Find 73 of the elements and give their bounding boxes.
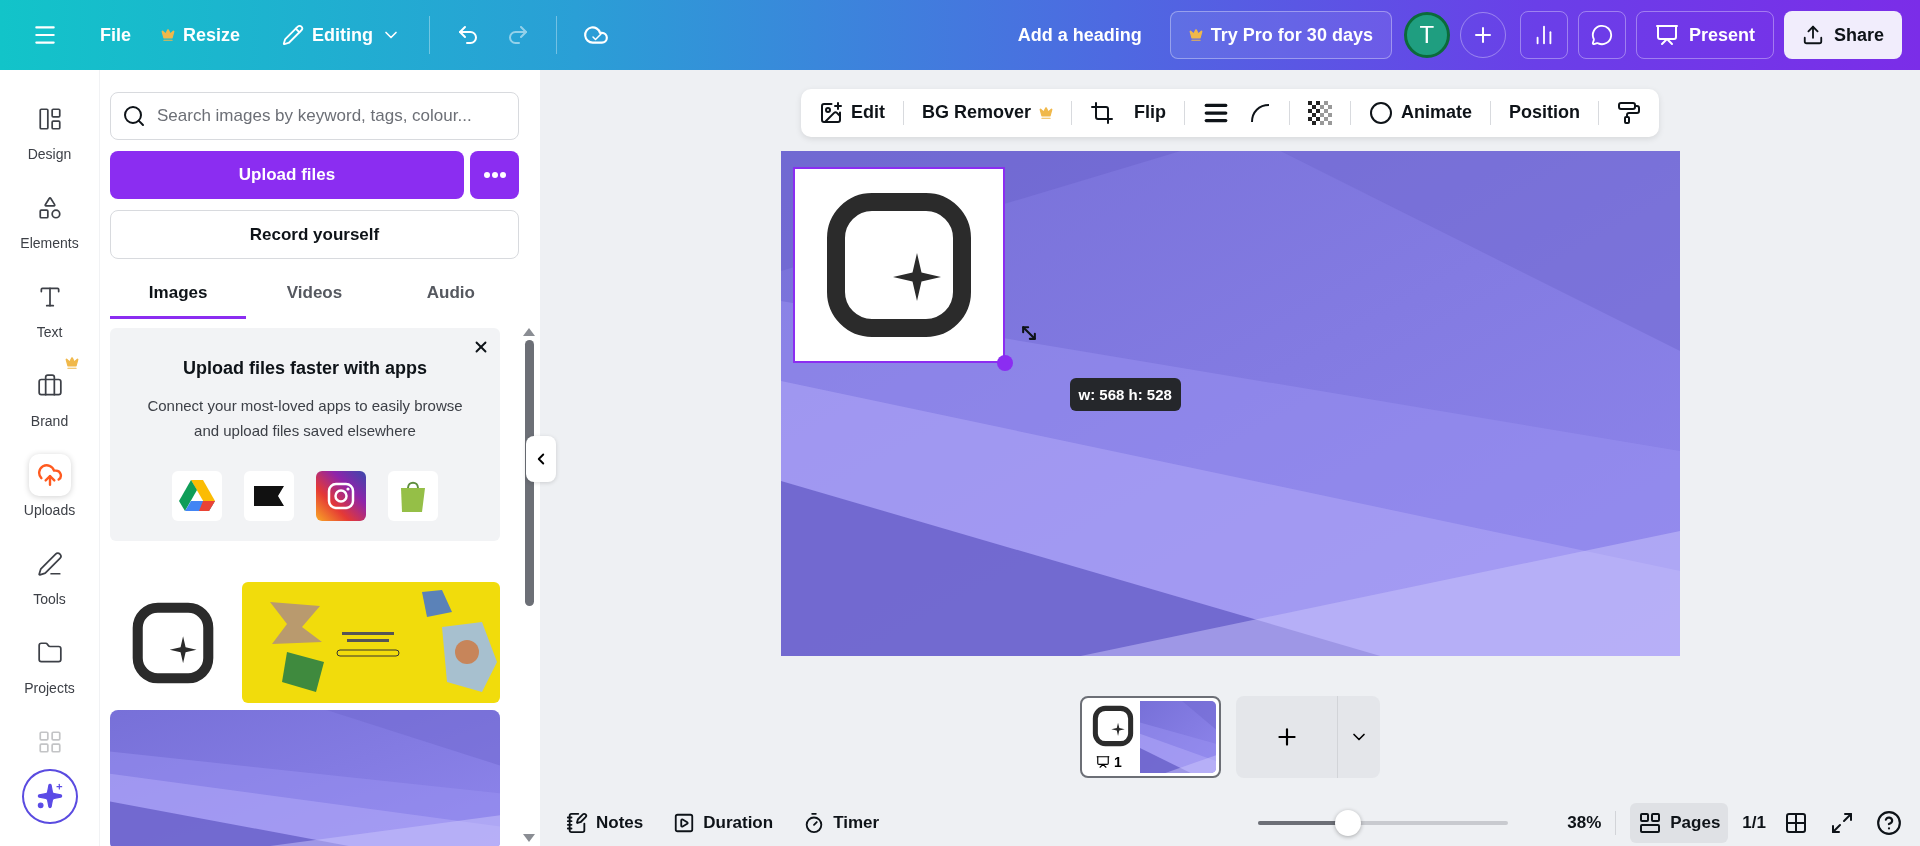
shapes-icon [36, 195, 63, 222]
paint-roller-icon [1617, 100, 1642, 125]
drive-app-icon[interactable] [172, 471, 222, 521]
media-tab[interactable]: Audio [382, 269, 519, 319]
grid-icon [1784, 811, 1808, 835]
flip-button[interactable]: Flip [1126, 93, 1174, 132]
play-icon [673, 812, 696, 834]
search-icon [122, 104, 146, 128]
selected-image[interactable] [792, 167, 1005, 363]
sidebar-item[interactable]: Uploads [0, 442, 100, 532]
image-icon [818, 100, 843, 125]
speech-bubble-icon [1590, 24, 1613, 46]
size-tooltip: w: 568 h: 528 [1069, 378, 1181, 411]
pages-icon [1638, 811, 1663, 835]
search-field[interactable]: Search images by keyword, tags, colour... [110, 92, 519, 140]
animate-button[interactable]: Animate [1361, 93, 1481, 132]
upload-files-button[interactable]: Upload files [110, 151, 464, 199]
present-button[interactable]: Present [1635, 11, 1774, 59]
expand-icon [1830, 811, 1854, 835]
help-icon [1876, 810, 1902, 836]
timer-button[interactable]: Timer [795, 803, 888, 843]
zoom-reading[interactable]: 38% [1539, 813, 1602, 833]
checkerboard-icon [1308, 100, 1332, 125]
duration-button[interactable]: Duration [665, 803, 782, 843]
page-thumbnail[interactable]: 1 [1080, 696, 1221, 778]
crown-icon [64, 356, 79, 371]
collapse-panel-button[interactable] [526, 436, 556, 482]
bg-remover-button[interactable]: BG Remover [913, 93, 1061, 132]
share-icon [1801, 24, 1824, 46]
pen-icon [36, 551, 63, 578]
sidebar-item[interactable]: Text [0, 264, 100, 354]
media-tab[interactable]: Videos [246, 269, 383, 319]
record-yourself-button[interactable]: Record yourself [110, 210, 519, 259]
sidebar-item[interactable]: Projects [0, 620, 100, 710]
grid-icon [36, 729, 63, 756]
pages-button[interactable]: Pages [1630, 803, 1729, 843]
crop-icon [1090, 100, 1114, 125]
camera-app-icon[interactable] [316, 471, 366, 521]
pencil-icon [282, 24, 305, 46]
more-button[interactable] [470, 151, 519, 199]
design-title[interactable]: Add a heading [1017, 24, 1142, 46]
more-icon [483, 172, 506, 178]
comment-button[interactable] [1577, 11, 1626, 59]
sparkle-square-icon [130, 600, 215, 685]
crown-icon [1188, 28, 1203, 42]
sidebar-item[interactable]: Brand [0, 353, 100, 443]
media-tab[interactable]: Images [110, 269, 247, 319]
sparkle-square-icon [1091, 705, 1134, 747]
zoom-slider-thumb[interactable] [1335, 810, 1362, 836]
circle-icon [1369, 100, 1393, 125]
notes-button[interactable]: Notes [558, 803, 652, 843]
edit-image-button[interactable]: Edit [810, 93, 893, 132]
scroll-up-icon [523, 328, 535, 336]
sidebar-item[interactable]: Design [0, 86, 100, 176]
flag-app-icon[interactable] [244, 471, 294, 521]
try-pro-button[interactable]: Try Pro for 30 days [1169, 11, 1392, 59]
sidebar-item[interactable]: Elements [0, 175, 100, 265]
insights-button[interactable] [1519, 11, 1568, 59]
layout-icon [36, 106, 63, 132]
promo-text: Connect your most-loved apps to easily browse and upload files saved elsewhere [146, 396, 464, 441]
sparkles-icon [35, 782, 64, 811]
cloud-upload-icon [36, 462, 63, 489]
notes-icon [566, 812, 588, 834]
page-count: 1/1 [1742, 813, 1766, 833]
share-button[interactable]: Share [1783, 11, 1902, 59]
curve-icon [1249, 101, 1271, 124]
scroll-down-icon [523, 834, 535, 842]
position-button[interactable]: Position [1501, 93, 1589, 132]
crown-icon [161, 28, 175, 42]
crown-icon [1039, 105, 1053, 120]
promo-title: Upload files faster with apps [182, 358, 427, 379]
sidebar-item[interactable]: Tools [0, 531, 100, 621]
presentation-icon [1654, 23, 1679, 47]
